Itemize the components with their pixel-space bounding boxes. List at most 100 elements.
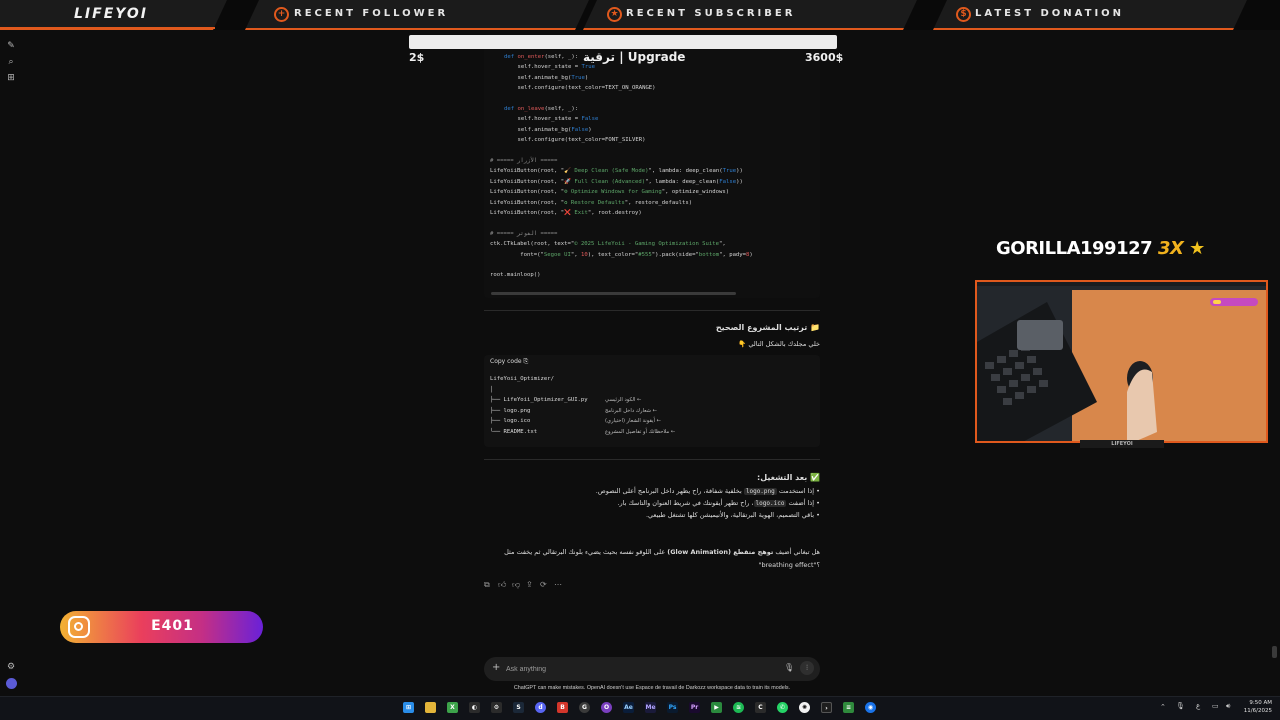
capture-icon[interactable]: ◐ — [469, 702, 480, 713]
settings-icon[interactable]: ⚙ — [6, 662, 16, 672]
tree-row: ├── LifeYoii_Optimizer_GUI.py ← الكود الر… — [490, 397, 690, 408]
question-bold: توهج متقطع (Glow Animation) — [667, 548, 774, 556]
after-effects-icon[interactable]: Ae — [623, 702, 634, 713]
latest-donation-label: LATEST DONATION — [975, 8, 1125, 19]
webcam-logo-tab: LIFEYOI — [1080, 440, 1164, 448]
tree-row: └── README.txt ← ملاحظاتك أو تفاصيل المشر… — [490, 429, 690, 440]
section-divider — [484, 310, 820, 311]
library-icon[interactable]: ⊞ — [6, 73, 16, 83]
obs-icon[interactable]: O — [601, 702, 612, 713]
voice-mode-icon[interactable]: ⫶ — [800, 661, 814, 675]
donation-min: 2$ — [409, 51, 425, 64]
tree-note: ← أيقونة الشعار (اختياري) — [605, 418, 661, 424]
brave-icon[interactable]: B — [557, 702, 568, 713]
inline-code: logo.ico — [753, 500, 787, 507]
code-token: 10 — [580, 251, 588, 258]
regenerate-icon[interactable]: ⟳ — [540, 580, 547, 589]
capcut-icon[interactable]: C — [755, 702, 766, 713]
code-token: LifeYoiiButton(root, " — [490, 168, 565, 175]
tree-row: │ — [490, 387, 690, 398]
code-token: ", optimize_windows) — [661, 189, 730, 196]
mic-tray-icon[interactable]: 🎙︎ — [1176, 702, 1185, 710]
code-token: ctk.CTkLabel(root, text=" — [490, 241, 575, 248]
chevron-up-icon[interactable]: ⌃ — [1160, 703, 1166, 711]
github-icon[interactable]: G — [579, 702, 590, 713]
copy-code-button[interactable]: Copy code ⎘ — [490, 358, 528, 366]
tree-path: ├── logo.ico — [490, 418, 531, 424]
code-token: ").pack(side=" — [651, 251, 699, 258]
code-token: ", — [719, 241, 726, 248]
list-text: بخلفية شفافة، راح يظهر داخل البرنامج أعل… — [595, 487, 744, 495]
code-token: ), text_color=" — [587, 251, 639, 258]
list-item: • إذا أضفت logo.ico، راح تظهر أيقونتك في… — [596, 499, 820, 511]
terminal-icon[interactable]: › — [821, 702, 832, 713]
xbox-icon[interactable]: X — [447, 702, 458, 713]
code-token: True — [571, 74, 585, 81]
thumbs-down-icon[interactable]: 👎︎ — [512, 580, 520, 590]
tree-path: └── README.txt — [490, 428, 538, 435]
chrome-icon[interactable]: ◉ — [865, 702, 876, 713]
code-token: (self, _): — [544, 54, 579, 60]
scrollbar-thumb[interactable] — [1272, 646, 1277, 658]
file-explorer-icon[interactable] — [425, 702, 436, 713]
project-heading: 📁 ترتيب المشروع الصحيح — [715, 323, 820, 332]
media-player-icon[interactable]: ▶ — [711, 702, 722, 713]
prompt-input[interactable] — [506, 662, 756, 676]
code-token: bottom — [698, 251, 720, 258]
avatar[interactable] — [6, 678, 17, 689]
spotify-icon[interactable]: ≋ — [733, 702, 744, 713]
gear-app-icon[interactable]: ⚙ — [491, 702, 502, 713]
code-lines-bottom: # ===== الأزرار ===== LifeYoiiButton(root… — [490, 156, 753, 281]
steam-icon[interactable]: S — [513, 702, 524, 713]
donor-name: GORILLA199127 — [996, 238, 1153, 259]
clock-time[interactable]: 9:50 AM — [1240, 700, 1272, 706]
monitor-icon[interactable]: ▭ — [1212, 702, 1219, 710]
new-chat-icon[interactable]: ✎ — [6, 41, 16, 51]
bullet-icon: • — [814, 511, 820, 519]
code-token: (self, _): — [544, 106, 579, 113]
whatsapp-icon[interactable]: ✆ — [777, 702, 788, 713]
code-line: self.animate_bg(True) — [504, 73, 656, 83]
windows-taskbar — [0, 696, 1280, 720]
microphone-icon[interactable]: 🎙︎ — [784, 663, 794, 672]
copy-icon[interactable]: ⧉ — [484, 580, 490, 590]
notepad-icon[interactable]: ≡ — [843, 702, 854, 713]
horizontal-scrollbar[interactable] — [491, 292, 736, 295]
code-token: # ===== الأزرار ===== — [490, 158, 558, 164]
windows-start-icon[interactable]: ⊞ — [403, 702, 414, 713]
plus-icon[interactable]: + — [492, 662, 500, 674]
thumbs-up-icon[interactable]: 👍︎ — [498, 580, 506, 590]
premiere-icon[interactable]: Pr — [689, 702, 700, 713]
code-token: ", lambda: deep_clean( — [645, 178, 720, 185]
more-icon[interactable]: ⋯ — [554, 580, 562, 589]
code-token: LifeYoiiButton(root, " — [490, 189, 565, 196]
discord-icon[interactable]: d — [535, 702, 546, 713]
top-donor-banner: GORILLA199127 3X ★ — [996, 238, 1205, 259]
code-line: self.hover_state = False — [504, 114, 656, 124]
tree-note: ← شعارك داخل البرنامج — [605, 407, 657, 414]
search-icon[interactable]: ⌕ — [6, 57, 16, 67]
code-token: self.hover_state = — [504, 116, 582, 123]
language-indicator[interactable]: ع — [1196, 702, 1200, 710]
code-token: self.configure(text_color=FONT_SILVER) — [504, 137, 646, 144]
code-token: def — [504, 106, 518, 113]
tree-path: ├── LifeYoii_Optimizer_GUI.py — [490, 397, 588, 403]
after-run-heading: ✅ بعد التشغيل: — [757, 473, 820, 482]
code-token: ) — [749, 251, 753, 258]
volume-icon[interactable]: 🔊︎ — [1226, 702, 1230, 711]
list-text: ، راح تظهر أيقونتك في شريط العنوان والتا… — [617, 499, 754, 507]
code-token: ) — [584, 74, 589, 81]
photoshop-icon[interactable]: Ps — [667, 702, 678, 713]
media-encoder-icon[interactable]: Me — [645, 702, 656, 713]
logo-underline — [0, 27, 215, 29]
clock-date[interactable]: 11/6/2025 — [1240, 708, 1272, 714]
code-token: True — [581, 64, 595, 71]
code-line: # ===== الأزرار ===== — [490, 156, 753, 166]
instagram-icon — [68, 616, 90, 638]
chatgpt-icon[interactable]: ✺ — [799, 702, 810, 713]
share-icon[interactable]: ⇪ — [526, 580, 533, 589]
plus-icon: + — [274, 7, 289, 22]
code-token: ", — [570, 251, 581, 258]
code-token: LifeYoiiButton(root, " — [490, 210, 565, 217]
